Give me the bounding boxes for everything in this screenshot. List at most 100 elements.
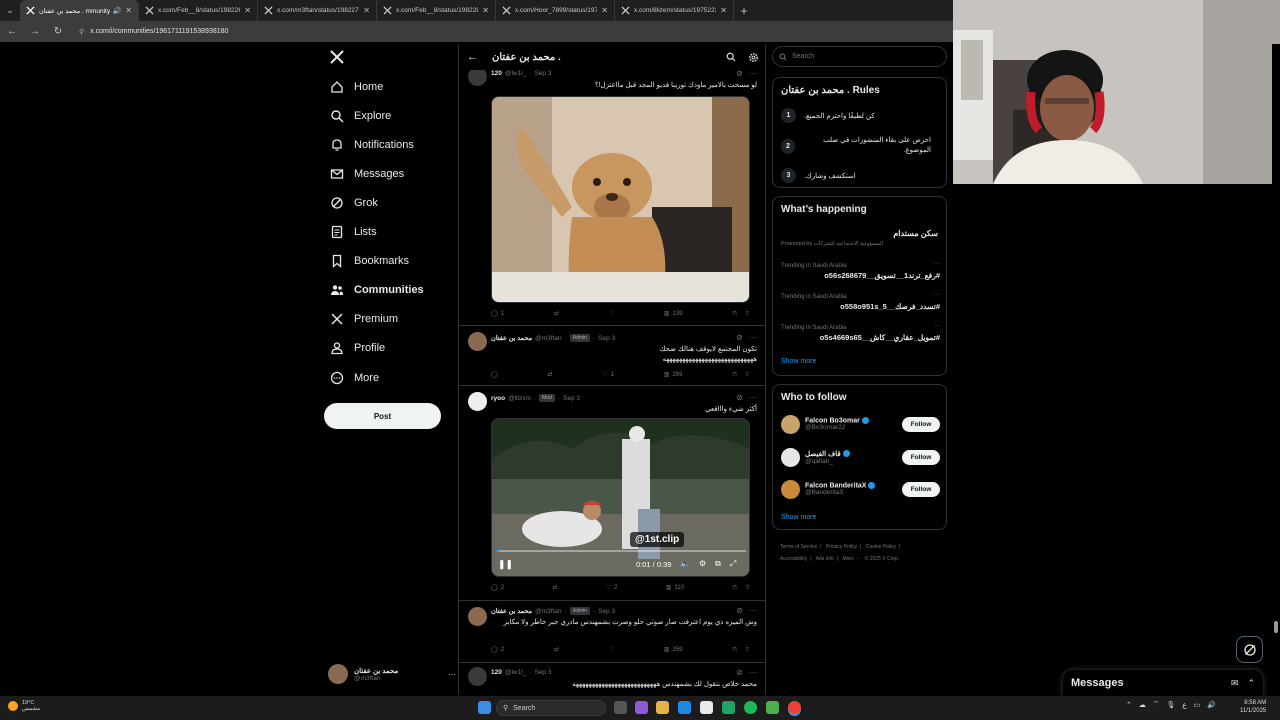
repost-icon[interactable]: ⇄: [552, 584, 557, 591]
site-info-icon[interactable]: ⚲: [79, 28, 84, 36]
post-handle[interactable]: @lw1l_: [505, 669, 526, 676]
post-image[interactable]: [491, 96, 750, 303]
nav-item-grok[interactable]: Grok: [330, 196, 378, 210]
trend-item[interactable]: Trending in Saudi Arabia #تسدد_فرصك__o55…: [781, 292, 940, 311]
clock[interactable]: 8:58 AM 11/1/2025: [1240, 699, 1266, 715]
show-more-link[interactable]: Show more: [781, 358, 816, 365]
video-progress-bar[interactable]: [496, 550, 746, 552]
account-switcher[interactable]: محمد بن عفتان @m3ftan ···: [328, 660, 456, 688]
follow-button[interactable]: Follow: [902, 449, 940, 465]
avatar[interactable]: [468, 392, 487, 411]
grok-icon[interactable]: ⊘: [736, 69, 743, 78]
language-indicator[interactable]: ع: [1182, 701, 1186, 709]
post-author[interactable]: 120: [491, 70, 502, 77]
chrome-icon[interactable]: [788, 701, 801, 714]
post-handle[interactable]: @lw1l_: [505, 70, 526, 77]
task-view-icon[interactable]: [614, 701, 627, 714]
views-button[interactable]: ▥ 110: [666, 584, 684, 592]
post-author[interactable]: ryoo: [491, 395, 505, 402]
browser-tab[interactable]: x.com/Hoor_7899/status/19753 ✕: [496, 0, 615, 21]
messages-drawer[interactable]: Messages ✉ ⌃: [1063, 670, 1263, 696]
more-dots-icon[interactable]: ···: [934, 261, 940, 267]
like-icon[interactable]: ♡: [609, 310, 614, 317]
reply-button[interactable]: ◯ 1: [491, 310, 504, 318]
compose-message-icon[interactable]: ✉: [1231, 678, 1239, 689]
follow-button[interactable]: Follow: [902, 481, 940, 497]
more-dots-icon[interactable]: ···: [448, 670, 456, 679]
nav-item-communities[interactable]: Communities: [330, 283, 424, 297]
follow-suggestion[interactable]: قاف الفيصل @qafiah_ Follow: [781, 444, 940, 470]
views-button[interactable]: ▥ 269: [664, 371, 683, 379]
onedrive-icon[interactable]: ☁: [1139, 701, 1146, 709]
store-icon[interactable]: [700, 701, 713, 714]
post-author[interactable]: 120: [491, 669, 502, 676]
scrollbar-thumb[interactable]: [1274, 621, 1278, 633]
repost-icon[interactable]: ⇄: [547, 371, 552, 378]
grok-button[interactable]: [1236, 636, 1263, 663]
follow-suggestion[interactable]: Falcon Bo3omar @Bo3omar22 Follow: [781, 411, 940, 437]
footer-link[interactable]: Privacy Policy: [826, 544, 857, 550]
new-tab-button[interactable]: +: [734, 4, 754, 18]
forward-icon[interactable]: →: [29, 26, 41, 37]
post[interactable]: ryoo @lllzxm · Mod · Sep 3 ⊘ ··· أكثر شي…: [459, 386, 765, 601]
pip-icon[interactable]: ⧉: [715, 559, 721, 569]
post-handle[interactable]: @m3ftan: [535, 608, 561, 615]
like-icon[interactable]: ♡: [609, 646, 614, 653]
edge-icon[interactable]: [678, 701, 691, 714]
post-author[interactable]: محمد بن عفتان: [491, 334, 532, 342]
pause-icon[interactable]: ❚❚: [498, 559, 513, 570]
x-logo-icon[interactable]: [330, 50, 344, 64]
more-dots-icon[interactable]: ···: [749, 69, 757, 78]
trend-item[interactable]: Trending in Saudi Arabia #رفع_ترند1__تسو…: [781, 261, 940, 280]
more-dots-icon[interactable]: ···: [934, 292, 940, 298]
fullscreen-icon[interactable]: ⤢: [730, 559, 736, 569]
footer-link[interactable]: Cookie Policy: [866, 544, 896, 550]
share-icon[interactable]: ⇧: [745, 646, 750, 653]
mic-icon[interactable]: 🎙: [1166, 701, 1175, 709]
post[interactable]: محمد بن عفتان @m3ftan · Admin · Sep 3 ⊘ …: [459, 326, 765, 386]
search-icon[interactable]: [726, 52, 736, 62]
post[interactable]: محمد بن عفتان @m3ftan · Admin · Sep 3 ⊘ …: [459, 601, 765, 663]
follow-button[interactable]: Follow: [902, 416, 940, 432]
settings-icon[interactable]: ⚙: [699, 559, 706, 569]
more-dots-icon[interactable]: ···: [934, 323, 940, 329]
more-dots-icon[interactable]: ···: [749, 668, 757, 677]
more-dots-icon[interactable]: ···: [749, 393, 757, 402]
post[interactable]: 120 @lw1l_ · Sep 3 ⊘ ··· لو مسحت بالامير…: [459, 64, 765, 326]
reply-button[interactable]: ◯ 2: [491, 584, 504, 592]
browser-tab[interactable]: x.com/m3ftan/status/19822733 ✕: [258, 0, 377, 21]
tab-close-icon[interactable]: ✕: [125, 6, 132, 15]
like-button[interactable]: ♡ 1: [602, 371, 614, 379]
back-icon[interactable]: ←: [6, 26, 18, 37]
more-dots-icon[interactable]: ···: [749, 606, 757, 615]
post-date[interactable]: Sep 3: [598, 608, 615, 615]
tab-search-icon[interactable]: ⌄: [0, 0, 20, 21]
follow-suggestion[interactable]: Falcon BanderitaX @BanderitaX Follow: [781, 476, 940, 502]
network-icon[interactable]: ⌔: [1153, 700, 1160, 709]
scrollbar-track[interactable]: [1272, 44, 1280, 694]
bookmark-icon[interactable]: ⊓: [732, 646, 737, 653]
browser-tab[interactable]: x.com/Feb__8/status/19822823 ✕: [377, 0, 496, 21]
footer-link[interactable]: Accessibility: [780, 556, 807, 562]
browser-tab[interactable]: x.com/Feb__8/status/19822662 ✕: [139, 0, 258, 21]
tab-close-icon[interactable]: ✕: [720, 6, 727, 15]
show-more-link[interactable]: Show more: [781, 514, 816, 521]
post-date[interactable]: Sep 3: [598, 335, 615, 342]
bookmark-icon[interactable]: ⊓: [732, 584, 737, 591]
nav-item-explore[interactable]: Explore: [330, 109, 391, 123]
tab-close-icon[interactable]: ✕: [601, 6, 608, 15]
weather-widget[interactable]: 19°C مشمس: [8, 700, 40, 712]
promo-title[interactable]: سكن مستدام: [893, 229, 938, 238]
grok-icon[interactable]: ⊘: [736, 668, 743, 677]
reply-icon[interactable]: ◯: [491, 371, 498, 378]
video-player[interactable]: @1st.clip ❚❚ 0:01 / 0:39 🔈 ⚙ ⧉ ⤢: [491, 418, 750, 577]
grok-icon[interactable]: ⊘: [736, 333, 743, 342]
avatar[interactable]: [468, 332, 487, 351]
views-button[interactable]: ▥ 139: [664, 310, 683, 318]
post[interactable]: 120 @lw1l_ · Sep 3 ⊘ ··· محمد خلاص نتقول…: [459, 663, 765, 694]
monitor-icon[interactable]: ▭: [1194, 701, 1201, 709]
share-icon[interactable]: ⇧: [745, 371, 750, 378]
repost-icon[interactable]: ⇄: [554, 646, 559, 653]
chevron-up-icon[interactable]: ⌃: [1247, 678, 1255, 689]
avatar[interactable]: [468, 667, 487, 686]
